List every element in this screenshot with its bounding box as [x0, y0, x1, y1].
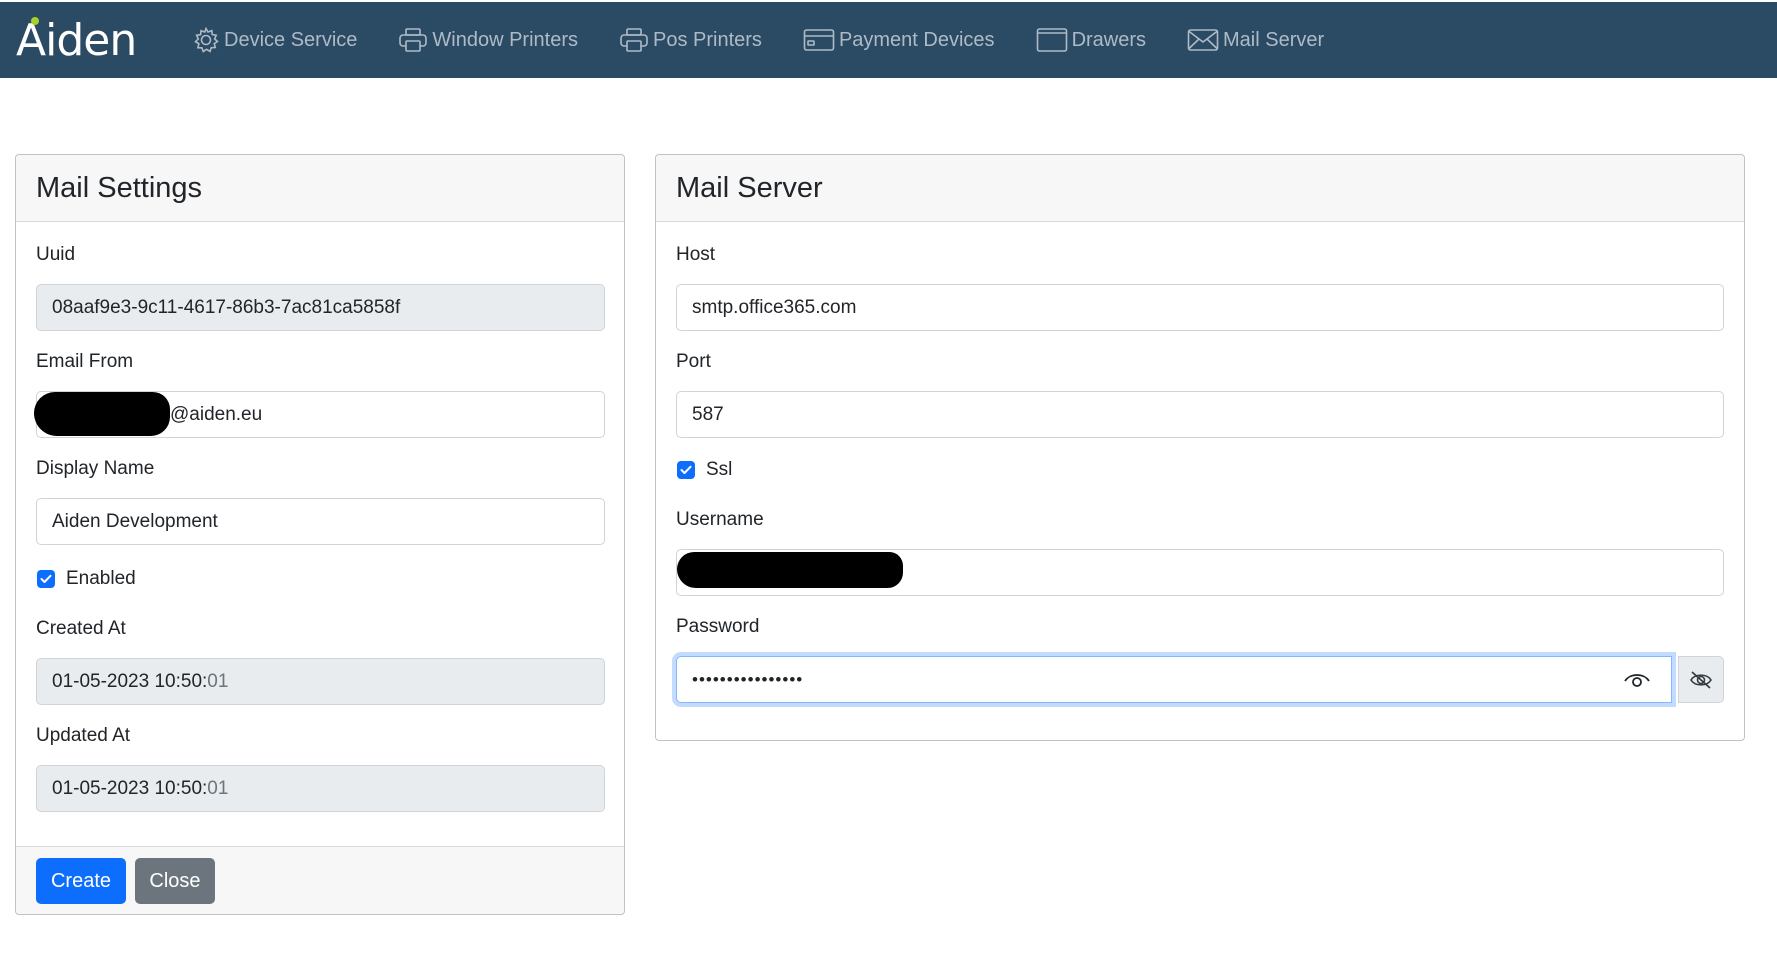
nav-label: Payment Devices [838, 28, 995, 51]
check-icon [40, 574, 52, 583]
updated-at-value: 01-05-2023 10:50: [52, 777, 208, 799]
nav-links: Device Service Window Printers Pos Print… [192, 20, 1365, 60]
password-label: Password [676, 616, 760, 637]
display-name-value: Aiden Development [52, 510, 218, 532]
created-at-label: Created At [36, 618, 126, 639]
card-title: Mail Settings [16, 155, 624, 222]
nav-device-service[interactable]: Device Service [192, 20, 357, 60]
ssl-checkbox[interactable] [677, 461, 695, 479]
nav-mail-server[interactable]: Mail Server [1187, 20, 1324, 60]
host-value: smtp.office365.com [692, 296, 857, 318]
close-button[interactable]: Close [135, 858, 215, 904]
nav-payment-devices[interactable]: Payment Devices [803, 20, 995, 60]
uuid-field[interactable]: 08aaf9e3-9c11-4617-86b3-7ac81ca5858f [36, 284, 605, 331]
uuid-value: 08aaf9e3-9c11-4617-86b3-7ac81ca5858f [52, 296, 401, 318]
printer-icon [399, 28, 428, 52]
enabled-checkbox[interactable] [37, 570, 55, 588]
ssl-checkbox-row[interactable]: Ssl [677, 459, 732, 481]
created-at-seconds: 01 [207, 670, 229, 692]
password-field[interactable]: •••••••••••••••• [676, 656, 1672, 703]
eye-icon[interactable] [1623, 670, 1651, 690]
check-icon [680, 465, 692, 474]
nav-window-printers[interactable]: Window Printers [398, 20, 578, 60]
card-footer: Create Close [16, 846, 624, 914]
enabled-label: Enabled [66, 568, 136, 589]
envelope-icon [1187, 29, 1219, 51]
redaction-mark [34, 392, 170, 436]
port-label: Port [676, 351, 711, 372]
enabled-checkbox-row[interactable]: Enabled [37, 568, 136, 590]
brand-logo[interactable]: Aiden [16, 15, 148, 66]
brand-dot [31, 17, 39, 25]
created-at-value: 01-05-2023 10:50: [52, 670, 208, 692]
email-from-label: Email From [36, 351, 134, 372]
created-at-field[interactable]: 01-05-2023 10:50: 01 [36, 658, 605, 705]
email-from-value: @aiden.eu [170, 403, 263, 425]
redaction-mark [677, 552, 903, 588]
mail-server-card: Mail Server Host smtp.office365.com Port… [655, 154, 1745, 741]
port-field[interactable]: 587 [676, 391, 1724, 438]
updated-at-label: Updated At [36, 725, 131, 746]
uuid-label: Uuid [36, 244, 76, 265]
host-label: Host [676, 244, 716, 265]
toggle-password-visibility-button[interactable] [1678, 656, 1724, 703]
updated-at-seconds: 01 [207, 777, 229, 799]
display-name-label: Display Name [36, 458, 155, 479]
nav-label: Device Service [224, 28, 358, 51]
ssl-label: Ssl [706, 459, 733, 480]
top-navbar: Aiden Device Service Window Printers Pos… [0, 2, 1777, 78]
port-value: 587 [692, 403, 724, 425]
nav-pos-printers[interactable]: Pos Printers [619, 20, 762, 60]
display-name-field[interactable]: Aiden Development [36, 498, 605, 545]
window-icon [1036, 28, 1067, 52]
mail-settings-card: Mail Settings Uuid 08aaf9e3-9c11-4617-86… [15, 154, 625, 915]
printer-icon [620, 28, 648, 52]
nav-label: Window Printers [432, 28, 578, 51]
username-label: Username [676, 509, 764, 530]
password-value: •••••••••••••••• [692, 669, 804, 689]
nav-label: Pos Printers [653, 28, 762, 51]
create-button[interactable]: Create [36, 858, 126, 904]
card-title: Mail Server [656, 155, 1744, 222]
nav-label: Drawers [1071, 28, 1147, 51]
eye-slash-icon [1690, 670, 1712, 689]
nav-drawers[interactable]: Drawers [1036, 20, 1146, 60]
updated-at-field[interactable]: 01-05-2023 10:50: 01 [36, 765, 605, 812]
gear-icon [194, 26, 219, 53]
credit-card-icon [803, 29, 835, 51]
host-field[interactable]: smtp.office365.com [676, 284, 1724, 331]
nav-label: Mail Server [1223, 28, 1325, 51]
